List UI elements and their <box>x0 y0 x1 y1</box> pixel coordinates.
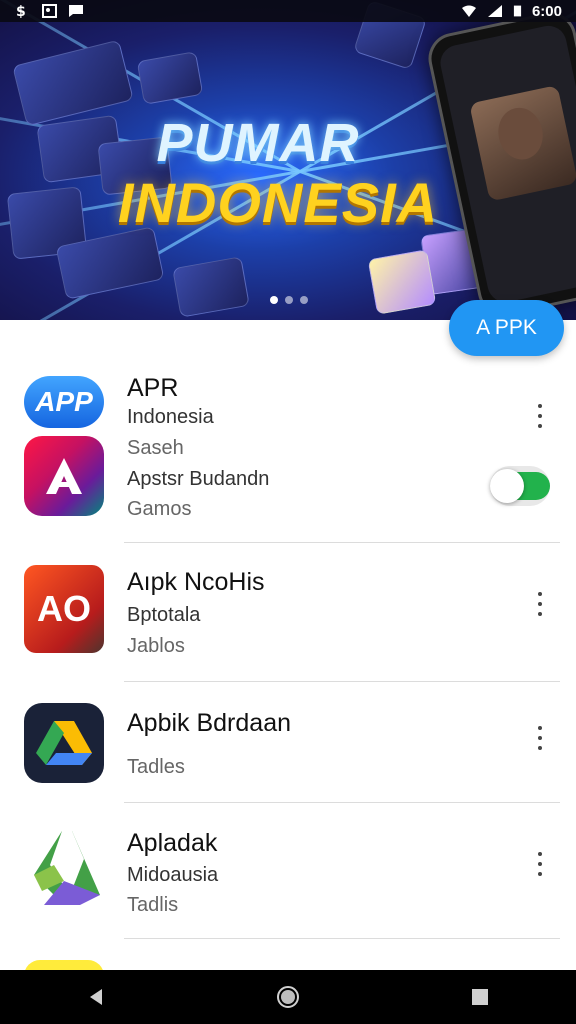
app-store-screen: PUMAR INDONESIA $ 6:00 A PPK APP APR Ind… <box>0 0 576 1024</box>
app-title: APR <box>127 374 179 402</box>
divider <box>124 542 560 543</box>
app-icon-label: APP <box>35 386 93 417</box>
app-detail: Tadlis <box>127 894 179 916</box>
app-subtitle: Bptotala <box>127 604 201 626</box>
app-detail: Jablos <box>127 635 185 657</box>
more-vert-icon[interactable] <box>530 852 550 876</box>
divider <box>124 681 560 682</box>
app-subtitle: Tadles <box>127 756 185 778</box>
status-right: 6:00 <box>461 3 562 20</box>
app-subtitle: Midoausia <box>127 864 219 886</box>
app-subtitle: Indonesia <box>127 406 214 428</box>
carousel-indicator <box>270 296 308 304</box>
divider <box>124 802 560 803</box>
back-icon <box>90 989 102 1005</box>
banner-tile <box>136 51 204 105</box>
notification-icon: $ <box>16 4 26 18</box>
home-icon <box>277 986 299 1008</box>
carousel-dot[interactable] <box>300 296 308 304</box>
wifi-icon <box>461 5 476 17</box>
drive-logo-icon <box>36 721 92 765</box>
app-list: APP APR Indonesia Saseh Apstsr Budandn G… <box>0 320 576 990</box>
app-subtitle: Gamos <box>127 498 192 520</box>
app-icon-label: AO <box>37 588 91 629</box>
recents-icon <box>472 989 488 1005</box>
app-icon-apstsr <box>24 436 104 516</box>
apk-button[interactable]: A PPK <box>449 300 564 356</box>
app-title: Apstsr Budandn <box>127 468 270 490</box>
banner-tile <box>172 256 250 318</box>
status-time: 6:00 <box>531 2 562 20</box>
home-button[interactable] <box>268 977 308 1017</box>
more-vert-icon[interactable] <box>530 404 550 428</box>
app-title: Apladak <box>127 829 218 857</box>
app-title: Aıpk NcoHis <box>127 568 265 596</box>
triangle-logo-icon <box>34 831 100 905</box>
image-icon <box>42 4 57 18</box>
carousel-dot-active[interactable] <box>270 296 278 304</box>
app-icon-apladak <box>24 825 104 905</box>
recents-button[interactable] <box>460 977 500 1017</box>
app-title: Apbik Bdrdaan <box>127 709 292 737</box>
carousel-dot[interactable] <box>285 296 293 304</box>
navigation-bar <box>0 970 576 1024</box>
app-detail: Saseh <box>127 437 184 459</box>
signal-icon <box>487 5 502 17</box>
more-vert-icon[interactable] <box>530 726 550 750</box>
app-toggle[interactable] <box>490 466 550 506</box>
a-logo-icon <box>46 458 82 494</box>
app-icon-apbik <box>24 703 104 783</box>
back-button[interactable] <box>76 977 116 1017</box>
person-photo <box>469 84 576 202</box>
status-bar: $ 6:00 <box>0 0 576 22</box>
status-left: $ <box>16 4 84 18</box>
app-icon-apr: APP <box>24 376 104 428</box>
more-vert-icon[interactable] <box>530 592 550 616</box>
divider <box>124 938 560 939</box>
promo-banner[interactable]: PUMAR INDONESIA <box>0 0 576 320</box>
banner-tile <box>367 249 437 315</box>
svg-text:$: $ <box>16 4 26 18</box>
app-icon-aipk: AO <box>24 565 104 653</box>
toggle-knob <box>490 469 524 503</box>
battery-icon <box>513 5 522 17</box>
message-icon <box>69 5 83 17</box>
